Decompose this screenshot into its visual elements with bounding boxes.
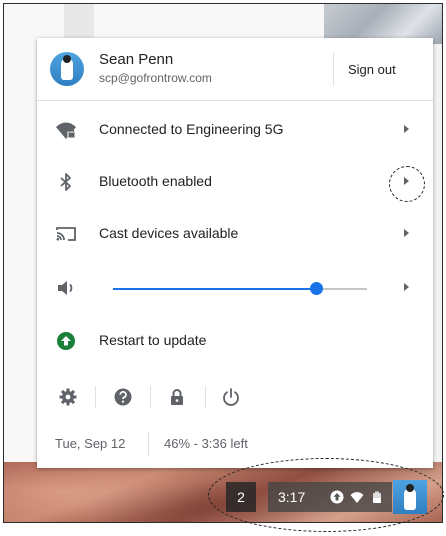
- lock-icon[interactable]: [166, 386, 188, 408]
- bluetooth-label: Bluetooth enabled: [99, 173, 212, 189]
- divider: [333, 52, 334, 86]
- user-avatar: [50, 52, 84, 86]
- divider: [148, 432, 149, 456]
- divider: [150, 386, 151, 408]
- bluetooth-icon: [55, 171, 77, 193]
- gear-icon[interactable]: [57, 386, 79, 408]
- volume-slider[interactable]: [113, 282, 367, 295]
- cast-label: Cast devices available: [99, 225, 239, 241]
- date-label: Tue, Sep 12: [55, 436, 126, 451]
- wifi-locked-icon: [55, 119, 77, 141]
- divider: [95, 386, 96, 408]
- status-row: Tue, Sep 12 46% - 3:36 left: [37, 426, 433, 466]
- annotation-ellipse: [208, 458, 444, 532]
- speaker-icon[interactable]: [55, 277, 77, 299]
- power-icon[interactable]: [220, 386, 242, 408]
- chevron-right-icon[interactable]: [404, 283, 409, 291]
- restart-update-label: Restart to update: [99, 332, 207, 348]
- volume-slider-fill: [113, 288, 317, 290]
- battery-status: 46% - 3:36 left: [164, 436, 248, 451]
- volume-slider-thumb[interactable]: [310, 282, 324, 295]
- divider: [37, 100, 433, 101]
- help-icon[interactable]: [112, 386, 134, 408]
- network-label: Connected to Engineering 5G: [99, 121, 284, 137]
- bluetooth-item[interactable]: Bluetooth enabled: [37, 156, 433, 208]
- cast-icon: [55, 223, 77, 245]
- user-email: scp@gofrontrow.com: [99, 71, 212, 85]
- cast-item[interactable]: Cast devices available: [37, 208, 433, 260]
- chevron-right-icon: [404, 125, 409, 133]
- chevron-right-icon: [404, 229, 409, 237]
- user-name: Sean Penn: [99, 51, 174, 68]
- system-tray-menu: Sean Penn scp@gofrontrow.com Sign out Co…: [37, 38, 433, 468]
- update-arrow-icon: [55, 330, 77, 352]
- volume-row: [37, 262, 433, 314]
- user-row: Sean Penn scp@gofrontrow.com Sign out: [37, 38, 433, 100]
- sign-out-button[interactable]: Sign out: [348, 62, 396, 77]
- annotation-circle: [389, 166, 425, 202]
- divider: [205, 386, 206, 408]
- restart-update-item[interactable]: Restart to update: [37, 315, 433, 367]
- network-item[interactable]: Connected to Engineering 5G: [37, 104, 433, 156]
- quick-actions-row: [37, 374, 433, 418]
